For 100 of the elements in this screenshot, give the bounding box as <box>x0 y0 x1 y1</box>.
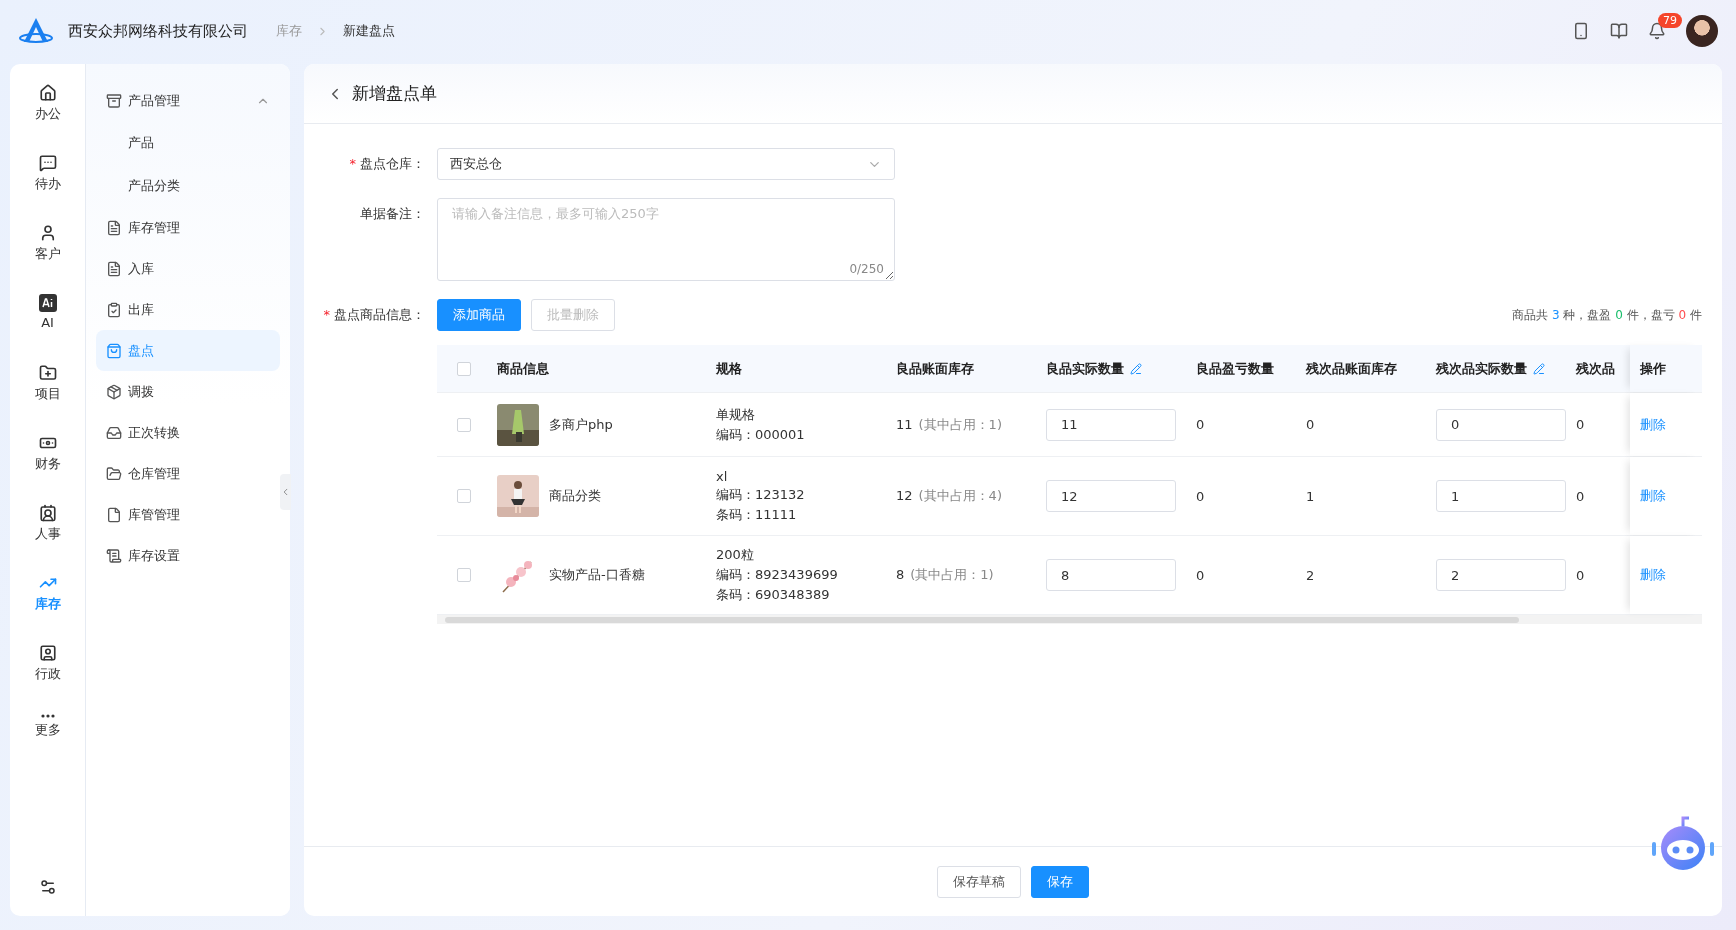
folder-icon <box>38 364 57 382</box>
table-cell-text: 1 <box>1306 488 1316 504</box>
menu-item[interactable]: 产品管理 <box>96 80 280 121</box>
column-header: 操作 <box>1640 359 1666 378</box>
rail-item[interactable]: 人事 <box>34 504 61 574</box>
bell-icon[interactable] <box>1648 22 1666 40</box>
book-icon[interactable] <box>1610 22 1628 40</box>
goods-summary: 商品共 3 种，盘盈 0 件，盘亏 0 件 <box>1512 306 1702 324</box>
table-cell-text: 11 (其中占用：1) <box>896 415 1003 434</box>
menu-item[interactable]: 库管管理 <box>96 494 280 535</box>
table-cell-text: 2 <box>1306 567 1316 583</box>
spec-text: 200粒 <box>716 546 755 564</box>
pencil-icon <box>1130 362 1142 375</box>
ai-icon <box>38 294 57 312</box>
save-draft-button[interactable]: 保存草稿 <box>937 865 1021 898</box>
document-icon <box>106 506 122 523</box>
warehouse-select[interactable]: 西安总仓 <box>437 148 895 180</box>
column-header: 残次品 <box>1576 359 1616 378</box>
scroll-icon <box>106 547 122 564</box>
menu-item[interactable]: 库存设置 <box>96 535 280 576</box>
product-name: 商品分类 <box>549 487 601 505</box>
rail-item[interactable]: 行政 <box>34 644 61 714</box>
folder-icon <box>106 465 122 482</box>
id-card-icon <box>38 504 57 522</box>
table-cell-text: 0 <box>1576 417 1586 432</box>
menu-item[interactable]: 仓库管理 <box>96 453 280 494</box>
quantity-field[interactable]: 0 <box>1436 408 1566 441</box>
column-header: 残次品账面库存 <box>1306 359 1398 378</box>
column-header: 商品信息 <box>496 359 550 378</box>
rail-item[interactable]: 财务 <box>34 434 61 504</box>
rail-item[interactable]: 项目 <box>34 364 61 434</box>
settings-icon[interactable] <box>38 878 57 896</box>
table-cell-text: 0 <box>1576 567 1586 583</box>
product-name: 多商户php <box>549 415 613 434</box>
avatar[interactable] <box>1686 15 1718 47</box>
column-header: 规格 <box>716 359 743 378</box>
chat-icon <box>38 154 57 172</box>
logo-icon <box>18 16 54 46</box>
table-cell-text: 0 <box>1306 417 1316 432</box>
more-icon <box>40 714 55 718</box>
quantity-field[interactable]: 11 <box>1046 408 1176 441</box>
field-label: * 盘点仓库： <box>348 155 426 173</box>
submenu-item[interactable]: 产品分类 <box>96 164 280 207</box>
submenu-item[interactable]: 产品 <box>96 121 280 164</box>
breadcrumb-item: 新建盘点 <box>343 22 395 40</box>
rail-item[interactable]: 待办 <box>34 154 61 224</box>
field-label: * 盘点商品信息： <box>322 306 426 324</box>
spec-text: 编码：8923439699 <box>716 566 839 584</box>
spec-text: 单规格 <box>716 405 756 424</box>
spec-text: 编码：000001 <box>716 425 806 444</box>
person-card-icon <box>38 644 57 662</box>
table-cell-text: 12 (其中占用：4) <box>896 487 1003 505</box>
table-cell-text: 0 <box>1196 567 1206 583</box>
spec-text: xl <box>716 468 729 484</box>
spec-text: 条码：690348389 <box>716 586 831 604</box>
collapse-handle[interactable] <box>280 474 291 510</box>
page-title: 新增盘点单 <box>352 82 437 105</box>
home-icon <box>38 84 57 102</box>
phone-icon[interactable] <box>1572 22 1590 40</box>
field-label: 单据备注： <box>359 205 426 223</box>
clipboard-icon <box>106 301 122 318</box>
product-name: 实物产品-口香糖 <box>549 566 645 584</box>
archive-icon <box>106 92 122 109</box>
document-icon <box>106 219 122 236</box>
quantity-field[interactable]: 8 <box>1046 559 1176 591</box>
bag-icon <box>106 342 122 359</box>
table-cell-text: 0 <box>1196 488 1206 504</box>
rail-item[interactable]: 客户 <box>34 224 61 294</box>
spec-text: 条码：11111 <box>716 505 798 524</box>
checkbox[interactable] <box>457 417 471 432</box>
quantity-field[interactable]: 1 <box>1436 480 1566 512</box>
table-cell-text: 0 <box>1196 417 1206 432</box>
rail-item[interactable]: 更多 <box>34 714 61 784</box>
column-header: 良品盈亏数量 <box>1196 359 1275 378</box>
quantity-field[interactable]: 12 <box>1046 480 1176 512</box>
inbox-icon <box>106 424 122 441</box>
document-icon <box>106 260 122 277</box>
checkbox[interactable] <box>457 361 471 376</box>
spec-text: 编码：123132 <box>716 485 806 504</box>
pencil-icon <box>1533 362 1545 375</box>
menu-item[interactable]: 正次转换 <box>96 412 280 453</box>
quantity-field[interactable]: 2 <box>1436 559 1566 591</box>
column-header: 残次品实际数量 <box>1436 359 1576 378</box>
column-header: 良品实际数量 <box>1046 359 1196 378</box>
box-icon <box>106 383 122 400</box>
menu-item[interactable]: 库存管理 <box>96 207 280 248</box>
remark-field[interactable]: 请输入备注信息，最多可输入250字 0/250 <box>437 198 895 281</box>
rail-item[interactable]: 办公 <box>34 84 61 154</box>
table-cell-text: 0 <box>1576 488 1586 504</box>
company-name: 西安众邦网络科技有限公司 <box>68 21 248 41</box>
rail-item[interactable]: AI <box>38 294 57 364</box>
menu-item[interactable]: 入库 <box>96 248 280 289</box>
checkbox[interactable] <box>457 568 471 582</box>
column-header: 良品账面库存 <box>896 359 975 378</box>
notification-badge: 79 <box>1658 13 1682 28</box>
table-cell-text: 8 (其中占用：1) <box>896 566 995 584</box>
menu-item[interactable]: 出库 <box>96 289 280 330</box>
menu-item[interactable]: 调拨 <box>96 371 280 412</box>
checkbox[interactable] <box>457 489 471 503</box>
scrollbar[interactable] <box>437 615 1702 624</box>
